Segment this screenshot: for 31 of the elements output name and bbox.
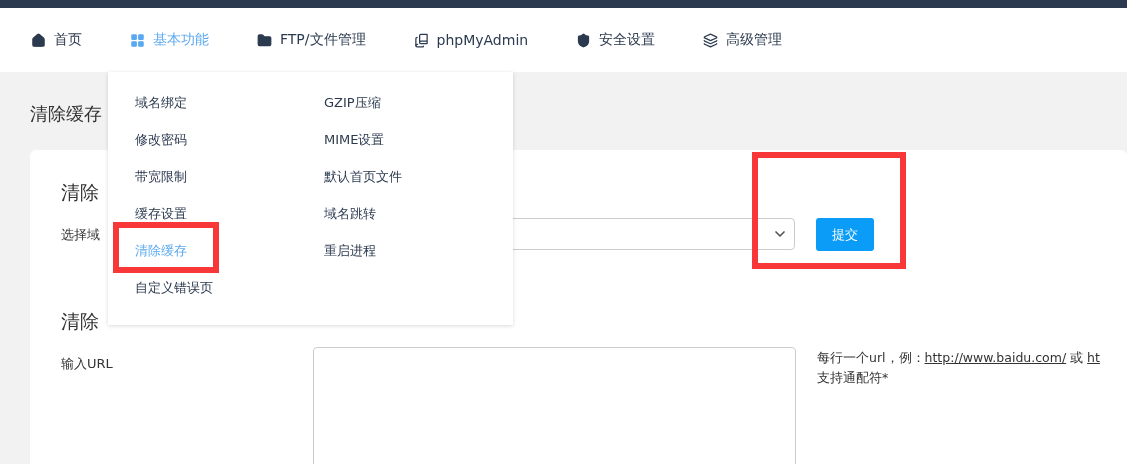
menu-item[interactable]: 重启进程 bbox=[324, 242, 376, 260]
nav-item[interactable]: phpMyAdmin bbox=[413, 32, 529, 48]
example-link[interactable]: ht bbox=[1087, 350, 1100, 365]
menu-item[interactable]: 带宽限制 bbox=[135, 168, 187, 186]
menu-item[interactable]: MIME设置 bbox=[324, 131, 385, 149]
menu-item[interactable]: 缓存设置 bbox=[135, 205, 187, 223]
menu-item[interactable]: 自定义错误页 bbox=[135, 279, 213, 297]
grid-icon bbox=[130, 32, 145, 48]
page-title: 清除缓存 bbox=[30, 102, 102, 126]
nav-item[interactable]: 首页 bbox=[31, 31, 82, 49]
shield-icon bbox=[576, 32, 592, 48]
layers-icon bbox=[703, 32, 719, 48]
menu-item[interactable]: 域名跳转 bbox=[324, 205, 376, 223]
menu-item[interactable]: 域名绑定 bbox=[135, 94, 187, 112]
menu-item[interactable]: GZIP压缩 bbox=[324, 94, 381, 112]
nav-item[interactable]: 高级管理 bbox=[703, 31, 783, 49]
field-label: 输入URL bbox=[61, 355, 114, 373]
help-text: 每行一个url，例：http://www.baidu.com/ 或 ht bbox=[817, 349, 1100, 367]
nav-item[interactable]: FTP/文件管理 bbox=[257, 31, 366, 49]
help-text: 支持通配符* bbox=[817, 369, 890, 387]
example-link[interactable]: http://www.baidu.com/ bbox=[924, 350, 1067, 365]
menu-item[interactable]: 修改密码 bbox=[135, 131, 187, 149]
menu-item[interactable]: 默认首页文件 bbox=[324, 168, 402, 186]
field-label: 选择域 bbox=[61, 226, 101, 244]
folder-icon bbox=[257, 32, 272, 48]
section-heading: 清除 bbox=[61, 309, 100, 334]
url-input[interactable] bbox=[313, 347, 796, 464]
nav-item[interactable]: 安全设置 bbox=[576, 31, 656, 49]
home-icon bbox=[31, 32, 46, 48]
section-heading: 清除 bbox=[61, 180, 100, 205]
book-icon bbox=[413, 32, 429, 48]
